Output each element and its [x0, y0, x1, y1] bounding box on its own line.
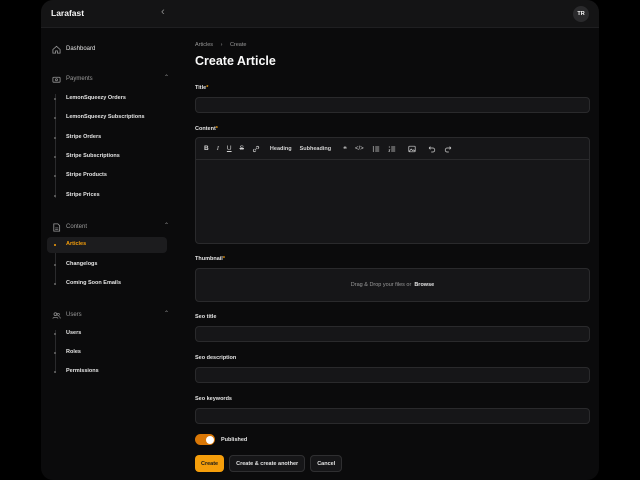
published-toggle[interactable] — [195, 434, 215, 445]
sidebar-item-coming-soon-emails[interactable]: Coming Soon Emails — [66, 280, 121, 286]
chevron-up-icon[interactable]: ⌃ — [164, 310, 169, 317]
content-editor[interactable]: B I U S Heading Subheading ❝ </> — [195, 137, 590, 244]
page-title: Create Article — [195, 54, 276, 68]
required-marker: * — [206, 85, 209, 91]
chevron-up-icon[interactable]: ⌃ — [164, 74, 169, 81]
sidebar-item-articles[interactable]: Articles — [66, 241, 86, 247]
group-users[interactable]: Users ⌃ — [51, 310, 169, 320]
seo-title-input[interactable] — [195, 326, 590, 342]
document-icon — [51, 222, 61, 232]
heading-button[interactable]: Heading — [270, 146, 292, 152]
active-item-highlight — [47, 237, 167, 253]
sidebar-item-stripe-orders[interactable]: Stripe Orders — [66, 134, 101, 140]
title-input[interactable] — [195, 97, 590, 113]
tree-dot — [54, 371, 56, 373]
tree-dot — [54, 283, 56, 285]
sidebar-item-changelogs[interactable]: Changelogs — [66, 261, 97, 267]
dropzone-text: Drag & Drop your files or — [350, 282, 412, 288]
seo-keywords-input[interactable] — [195, 408, 590, 424]
tree-dot — [54, 175, 56, 177]
group-label: Users — [66, 312, 82, 318]
link-icon[interactable] — [252, 145, 260, 153]
payments-icon — [51, 74, 61, 84]
title-label: Title* — [195, 85, 208, 91]
bullet-list-icon[interactable] — [372, 145, 380, 153]
browse-link[interactable]: Browse — [414, 282, 434, 288]
tree-dot — [54, 156, 56, 158]
sidebar-item-lemonsqueezy-orders[interactable]: LemonSqueezy Orders — [66, 95, 126, 101]
cancel-button[interactable]: Cancel — [310, 455, 343, 472]
sidebar-item-stripe-subscriptions[interactable]: Stripe Subscriptions — [66, 153, 120, 159]
brand-logo[interactable]: Larafast — [51, 8, 84, 18]
tree-dot — [54, 117, 56, 119]
breadcrumb: Articles › Create — [195, 42, 252, 48]
sidebar: Dashboard Payments ⌃ LemonSqueezy Orders… — [41, 28, 176, 480]
tree-line — [54, 94, 56, 198]
sidebar-item-roles[interactable]: Roles — [66, 349, 81, 355]
chevron-right-icon: › — [220, 42, 223, 48]
home-icon — [51, 44, 61, 54]
app-window: Larafast ‹ TR Dashboard Payments ⌃ Lemon… — [41, 0, 599, 480]
tree-dot — [54, 264, 56, 266]
thumbnail-label-text: Thumbnail — [195, 256, 223, 262]
seo-description-label: Seo description — [195, 355, 237, 361]
user-avatar[interactable]: TR — [573, 6, 589, 22]
sidebar-item-users[interactable]: Users — [66, 330, 81, 336]
sidebar-item-dashboard[interactable]: Dashboard — [51, 44, 95, 54]
required-marker: * — [222, 256, 225, 262]
group-label: Content — [66, 224, 88, 230]
published-label: Published — [221, 436, 248, 443]
top-bar: Larafast ‹ TR — [41, 0, 599, 28]
breadcrumb-parent[interactable]: Articles — [195, 42, 213, 48]
subheading-button[interactable]: Subheading — [300, 146, 331, 152]
sidebar-item-stripe-products[interactable]: Stripe Products — [66, 172, 107, 178]
redo-icon[interactable] — [444, 145, 452, 153]
underline-icon[interactable]: U — [227, 145, 232, 152]
tree-dot — [54, 352, 56, 354]
sidebar-item-label: Dashboard — [66, 46, 96, 52]
required-marker: * — [215, 126, 218, 132]
tree-dot-active — [54, 244, 56, 246]
tree-dot — [54, 98, 56, 100]
sidebar-item-permissions[interactable]: Permissions — [66, 368, 99, 374]
collapse-sidebar-icon[interactable]: ‹ — [161, 6, 165, 18]
chevron-up-icon[interactable]: ⌃ — [164, 222, 169, 229]
form-actions: Create Create & create another Cancel — [195, 455, 347, 472]
undo-icon[interactable] — [428, 145, 436, 153]
sidebar-item-stripe-prices[interactable]: Stripe Prices — [66, 192, 100, 198]
seo-description-input[interactable] — [195, 367, 590, 383]
content-label-text: Content — [195, 126, 216, 132]
published-toggle-row: Published — [195, 434, 247, 445]
group-label: Payments — [66, 76, 93, 82]
thumbnail-dropzone[interactable]: Drag & Drop your files or Browse — [195, 268, 590, 302]
create-button[interactable]: Create — [195, 455, 225, 472]
users-icon — [51, 310, 61, 320]
group-payments[interactable]: Payments ⌃ — [51, 74, 169, 84]
content-label: Content* — [195, 126, 218, 132]
seo-keywords-label: Seo keywords — [195, 396, 232, 402]
title-label-text: Title — [195, 85, 207, 91]
toggle-knob — [205, 435, 214, 444]
thumbnail-label: Thumbnail* — [195, 256, 225, 262]
tree-dot — [54, 333, 56, 335]
strikethrough-icon[interactable]: S — [240, 145, 244, 152]
editor-toolbar: B I U S Heading Subheading ❝ </> — [196, 138, 589, 160]
blockquote-icon[interactable]: ❝ — [343, 145, 347, 153]
image-icon[interactable] — [408, 145, 416, 153]
tree-dot — [54, 195, 56, 197]
ordered-list-icon[interactable] — [387, 145, 396, 153]
code-block-icon[interactable]: </> — [355, 146, 364, 152]
create-another-button[interactable]: Create & create another — [229, 455, 306, 472]
seo-title-label: Seo title — [195, 314, 217, 320]
tree-dot — [54, 137, 56, 139]
italic-icon[interactable]: I — [217, 145, 219, 152]
bold-icon[interactable]: B — [204, 145, 209, 152]
group-content[interactable]: Content ⌃ — [51, 222, 169, 232]
breadcrumb-current: Create — [229, 42, 247, 48]
sidebar-item-lemonsqueezy-subscriptions[interactable]: LemonSqueezy Subscriptions — [66, 114, 145, 120]
